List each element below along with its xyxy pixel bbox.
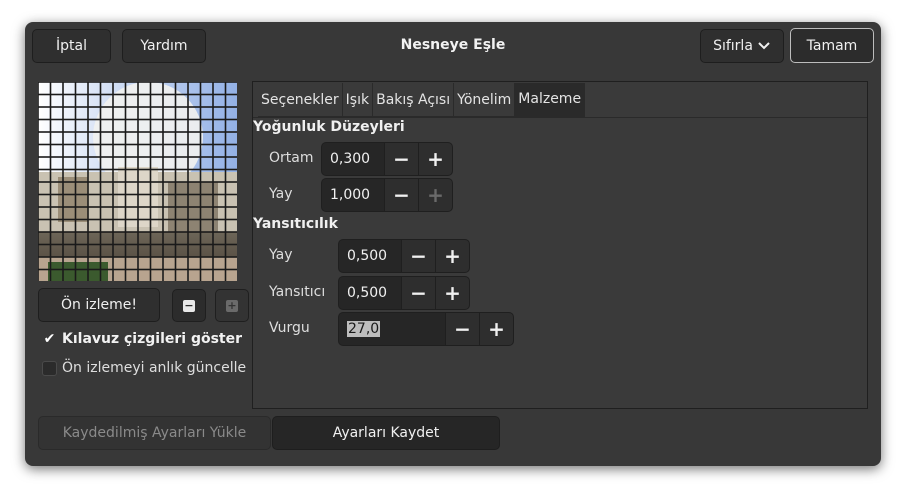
plus-icon: + xyxy=(444,244,461,268)
ambient-value-field[interactable]: 0,300 xyxy=(321,142,385,176)
diffuse-label: Yay xyxy=(269,186,293,202)
ambient-decrease-button[interactable]: − xyxy=(385,142,419,176)
specular-increase-button[interactable]: + xyxy=(436,276,470,310)
minus-icon: − xyxy=(410,244,427,268)
show-guides-label: Kılavuz çizgileri göster xyxy=(62,331,243,347)
ambient-label: Ortam xyxy=(269,150,314,166)
specular-value-field[interactable]: 0,500 xyxy=(338,276,402,310)
dialog-title: Nesneye Eşle xyxy=(400,37,506,53)
minus-icon: − xyxy=(410,281,427,305)
diffuse-spinbutton: 1,000 − + xyxy=(321,178,453,212)
preview-canvas[interactable] xyxy=(38,82,237,281)
zoom-out-button[interactable]: − xyxy=(172,289,206,322)
refl-diffuse-spinbutton: 0,500 − + xyxy=(338,239,470,273)
refl-diffuse-value-field[interactable]: 0,500 xyxy=(338,239,402,273)
specular-label: Yansıtıcı xyxy=(269,284,326,300)
live-update-checkbox[interactable]: Ön izlemeyi anlık güncelle xyxy=(42,360,246,376)
refl-diffuse-decrease-button[interactable]: − xyxy=(402,239,436,273)
ok-button[interactable]: Tamam xyxy=(790,28,874,63)
minus-icon: − xyxy=(393,183,410,207)
minus-icon: − xyxy=(393,147,410,171)
tab-orientation[interactable]: Yönelim xyxy=(454,83,516,117)
intensity-section-title: Yoğunluk Düzeyleri xyxy=(253,119,405,135)
plus-icon: + xyxy=(427,183,444,207)
highlight-label: Vurgu xyxy=(269,320,310,336)
diffuse-decrease-button[interactable]: − xyxy=(385,178,419,212)
header-bar: İptal Yardım Nesneye Eşle Sıfırla Tamam xyxy=(25,22,881,69)
specular-decrease-button[interactable]: − xyxy=(402,276,436,310)
diffuse-increase-button[interactable]: + xyxy=(419,178,453,212)
reset-dropdown-button[interactable]: Sıfırla xyxy=(700,29,784,63)
show-guides-checkbox[interactable]: ✔ Kılavuz çizgileri göster xyxy=(42,331,242,347)
preview-image xyxy=(38,82,237,281)
highlight-value-selection: 27,0 xyxy=(347,321,381,337)
specular-spinbutton: 0,500 − + xyxy=(338,276,470,310)
reflectivity-section-title: Yansıtıcılık xyxy=(253,216,338,232)
tab-light[interactable]: Işık xyxy=(342,83,374,117)
plus-square-icon: + xyxy=(226,298,238,312)
ambient-spinbutton: 0,300 − + xyxy=(321,142,453,176)
live-update-label: Ön izlemeyi anlık güncelle xyxy=(62,360,247,376)
plus-icon: + xyxy=(488,317,505,341)
tab-material[interactable]: Malzeme xyxy=(515,83,586,117)
options-notebook: Seçenekler Işık Bakış Açısı Yönelim Malz… xyxy=(252,81,868,409)
highlight-increase-button[interactable]: + xyxy=(480,312,514,346)
cancel-button[interactable]: İptal xyxy=(32,29,111,63)
diffuse-value-field[interactable]: 1,000 xyxy=(321,178,385,212)
tab-separator xyxy=(253,117,867,118)
checkbox-empty-icon xyxy=(42,360,57,376)
chevron-down-icon xyxy=(758,42,770,50)
load-saved-settings-button[interactable]: Kaydedilmiş Ayarları Yükle xyxy=(38,416,271,450)
help-button[interactable]: Yardım xyxy=(122,29,206,63)
refl-diffuse-label: Yay xyxy=(269,247,293,263)
refl-diffuse-increase-button[interactable]: + xyxy=(436,239,470,273)
minus-icon: − xyxy=(454,317,471,341)
tab-bar: Seçenekler Işık Bakış Açısı Yönelim Malz… xyxy=(258,83,586,117)
highlight-spinbutton: 27,0 − + xyxy=(338,312,514,346)
plus-icon: + xyxy=(427,147,444,171)
preview-button[interactable]: Ön izleme! xyxy=(38,288,160,322)
highlight-value-field[interactable]: 27,0 xyxy=(338,312,446,346)
tab-options[interactable]: Seçenekler xyxy=(258,83,343,117)
zoom-in-button[interactable]: + xyxy=(215,289,249,322)
highlight-decrease-button[interactable]: − xyxy=(446,312,480,346)
save-settings-button[interactable]: Ayarları Kaydet xyxy=(272,416,500,450)
plus-icon: + xyxy=(444,281,461,305)
checkmark-icon: ✔ xyxy=(43,331,56,347)
ambient-increase-button[interactable]: + xyxy=(419,142,453,176)
reset-label: Sıfırla xyxy=(713,38,753,54)
minus-square-icon: − xyxy=(183,298,195,312)
tab-viewpoint[interactable]: Bakış Açısı xyxy=(373,83,455,117)
map-object-dialog: İptal Yardım Nesneye Eşle Sıfırla Tamam xyxy=(25,22,881,466)
